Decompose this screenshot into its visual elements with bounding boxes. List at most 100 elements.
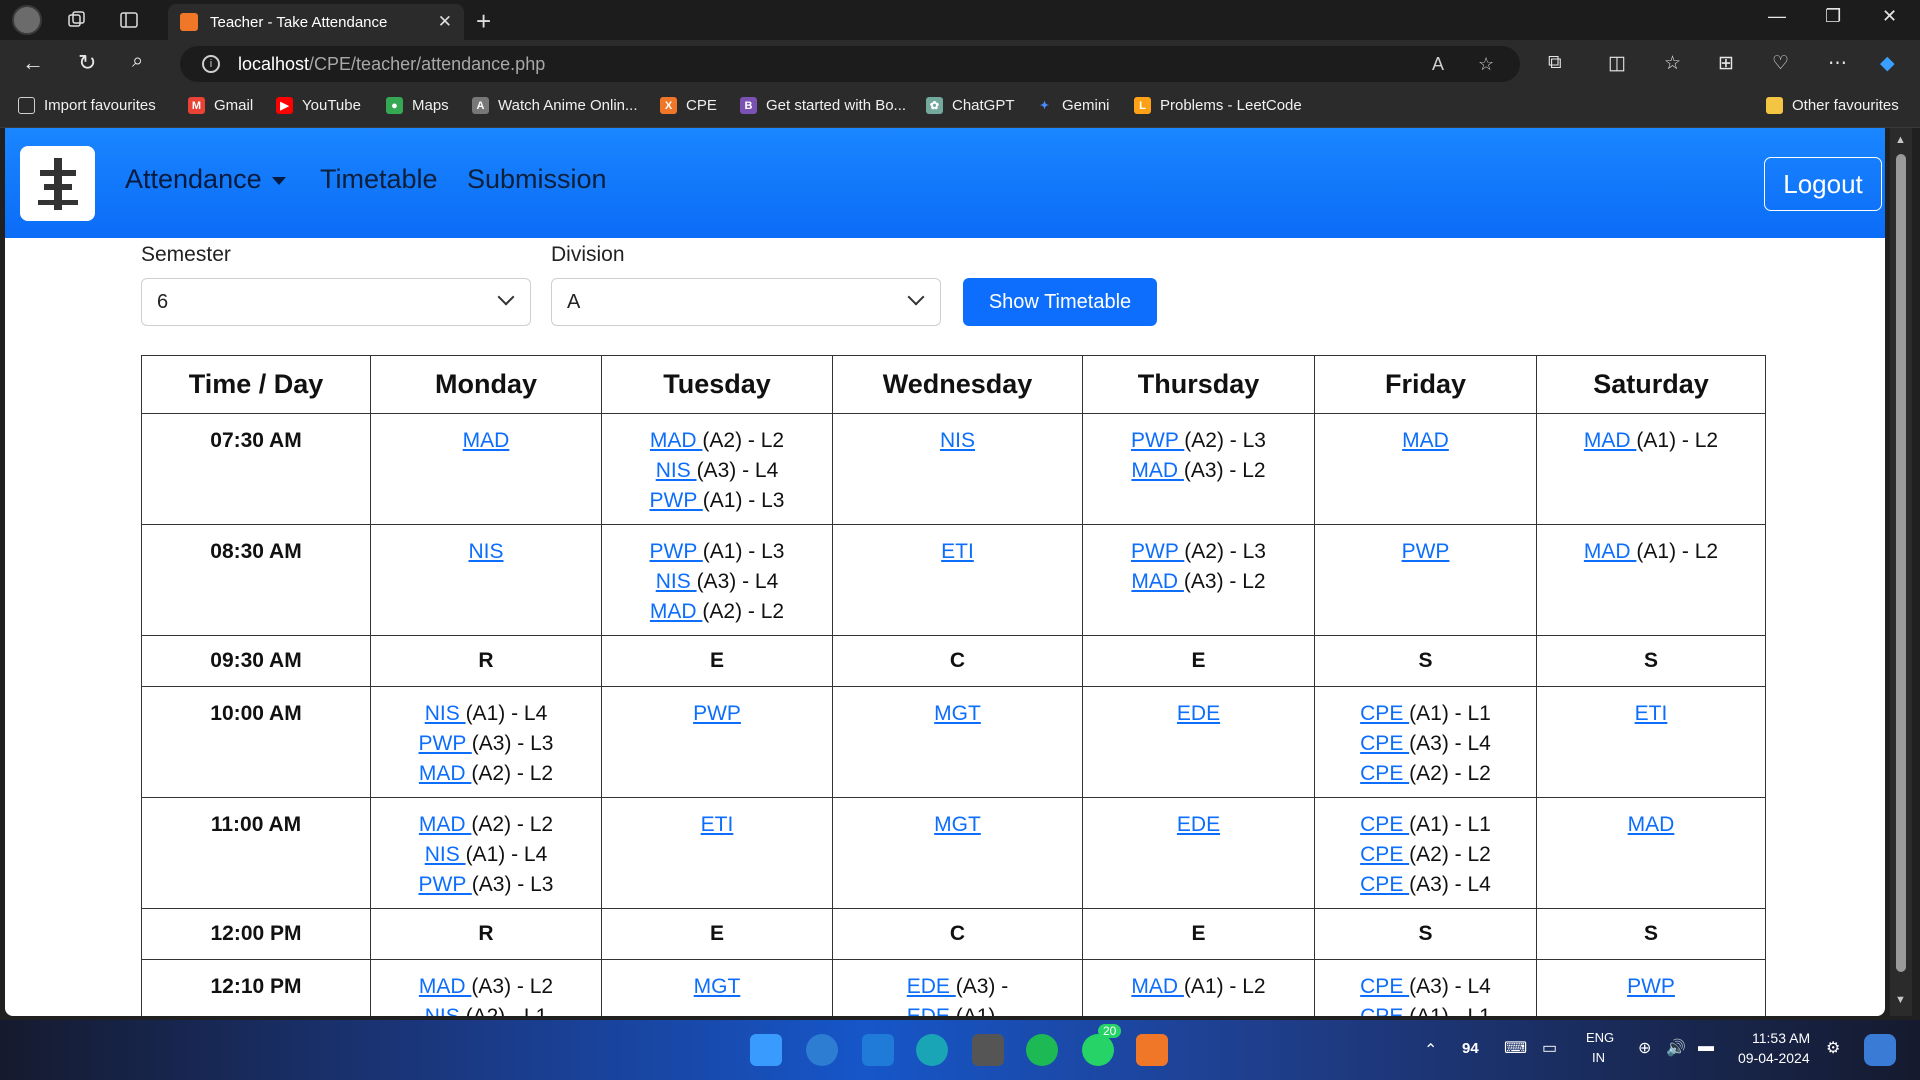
nav-timetable[interactable]: Timetable [320,164,438,195]
subject-link[interactable]: MAD [1131,570,1184,593]
semester-select[interactable]: 6 [141,278,531,326]
subject-link[interactable]: CPE [1360,813,1409,836]
subject-link[interactable]: NIS [468,540,503,563]
bookmark-gmail[interactable]: M Gmail [188,97,253,114]
browser-tab-active[interactable]: Teacher - Take Attendance ✕ [168,4,464,40]
subject-link[interactable]: MAD [419,762,472,785]
subject-link[interactable]: MAD [1584,429,1637,452]
subject-link[interactable]: MAD [1402,429,1449,452]
bookmark-leetcode[interactable]: L Problems - LeetCode [1134,97,1302,114]
bookmark-import-favourites[interactable]: Import favourites [18,97,156,114]
network-icon[interactable]: ⊕ [1638,1038,1651,1058]
subject-link[interactable]: PWP [650,489,703,512]
clock-time[interactable]: 11:53 AM [1752,1030,1810,1046]
subject-link[interactable]: MGT [934,702,981,725]
subject-link[interactable]: EDE [907,975,956,998]
subject-link[interactable]: EDE [907,1005,956,1016]
subject-link[interactable]: NIS [425,1005,466,1016]
subject-link[interactable]: MAD [463,429,510,452]
copilot-taskbar-icon[interactable] [1864,1034,1896,1066]
subject-link[interactable]: ETI [1635,702,1668,725]
division-select[interactable]: A [551,278,941,326]
close-tab-icon[interactable]: ✕ [438,12,452,32]
subject-link[interactable]: PWP [1131,429,1184,452]
favorite-star-icon[interactable]: ☆ [1478,54,1494,75]
subject-link[interactable]: PWP [1627,975,1675,998]
profile-avatar[interactable] [10,5,44,35]
bookmark-gemini[interactable]: ✦ Gemini [1036,97,1110,114]
edge-icon[interactable] [916,1034,948,1066]
subject-link[interactable]: EDE [1177,813,1220,836]
subject-link[interactable]: MAD [1131,459,1184,482]
refresh-icon[interactable]: ↻ [78,50,96,76]
subject-link[interactable]: EDE [1177,702,1220,725]
site-info-icon[interactable]: i [202,55,220,73]
subject-link[interactable]: PWP [419,873,472,896]
subject-link[interactable]: CPE [1360,975,1409,998]
subject-link[interactable]: NIS [425,702,466,725]
xampp-taskbar-icon[interactable] [1136,1034,1168,1066]
scrollbar-thumb[interactable] [1896,154,1906,972]
subject-link[interactable]: PWP [693,702,741,725]
subject-link[interactable]: NIS [940,429,975,452]
clock-date[interactable]: 09-04-2024 [1738,1050,1810,1066]
restore-icon[interactable]: ❐ [1825,6,1841,27]
favorites-icon[interactable]: ☆ [1664,52,1681,75]
split-screen-icon[interactable]: ◫ [1608,52,1626,75]
subject-link[interactable]: CPE [1360,702,1409,725]
bookmark-other-favourites[interactable]: Other favourites [1766,97,1899,114]
close-window-icon[interactable]: ✕ [1882,6,1897,27]
tab-actions-icon[interactable] [112,6,146,34]
battery-icon[interactable]: ▬ [1698,1038,1714,1056]
performance-icon[interactable]: ♡ [1772,52,1789,75]
subject-link[interactable]: PWP [1402,540,1450,563]
subject-link[interactable]: NIS [656,459,697,482]
subject-link[interactable]: MAD [1628,813,1675,836]
subject-link[interactable]: CPE [1360,873,1409,896]
search-icon[interactable]: ⌕ [132,50,143,73]
subject-link[interactable]: PWP [419,732,472,755]
show-timetable-button[interactable]: Show Timetable [963,278,1157,326]
subject-link[interactable]: MGT [934,813,981,836]
more-menu-icon[interactable]: ⋯ [1828,52,1847,75]
extensions-icon[interactable]: ⧉ [1548,52,1562,74]
url-input[interactable]: i localhost/CPE/teacher/attendance.php A… [180,46,1520,82]
subject-link[interactable]: MAD [419,975,472,998]
scroll-down-icon[interactable]: ▼ [1895,994,1906,1006]
language-top[interactable]: ENG [1586,1030,1614,1045]
back-icon[interactable]: ← [22,50,44,76]
subject-link[interactable]: MAD [650,429,703,452]
bookmark-maps[interactable]: ● Maps [386,97,449,114]
subject-link[interactable]: CPE [1360,1005,1409,1016]
whatsapp-icon[interactable] [1082,1034,1114,1066]
collections-icon[interactable]: ⊞ [1718,52,1734,75]
unity-icon[interactable] [972,1034,1004,1066]
settings-gear-icon[interactable]: ⚙ [1826,1038,1840,1058]
display-icon[interactable]: ▭ [1542,1038,1557,1058]
subject-link[interactable]: MAD [1131,975,1184,998]
bookmark-bootstrap[interactable]: B Get started with Bo... [740,97,906,114]
bookmark-anime[interactable]: A Watch Anime Onlin... [472,97,638,114]
page-scrollbar[interactable]: ▲ ▼ [1890,128,1912,1016]
new-tab-icon[interactable]: + [476,6,491,37]
subject-link[interactable]: CPE [1360,732,1409,755]
copilot-icon[interactable]: ◆ [1880,52,1895,75]
show-hidden-icons[interactable]: ⌃ [1424,1040,1437,1060]
spotify-icon[interactable] [1026,1034,1058,1066]
language-bottom[interactable]: IN [1592,1050,1605,1065]
keyboard-icon[interactable]: ⌨ [1504,1038,1527,1058]
subject-link[interactable]: MGT [694,975,741,998]
subject-link[interactable]: PWP [1131,540,1184,563]
subject-link[interactable]: MAD [419,813,472,836]
workspaces-icon[interactable] [60,6,94,34]
bookmark-youtube[interactable]: ▶ YouTube [276,97,361,114]
app-store-icon[interactable] [806,1034,838,1066]
minimize-icon[interactable]: — [1768,6,1786,27]
subject-link[interactable]: MAD [1584,540,1637,563]
subject-link[interactable]: ETI [701,813,734,836]
college-logo[interactable] [20,146,95,221]
subject-link[interactable]: ETI [941,540,974,563]
subject-link[interactable]: CPE [1360,843,1409,866]
read-aloud-icon[interactable]: A [1432,54,1444,75]
bookmark-cpe[interactable]: X CPE [660,97,717,114]
